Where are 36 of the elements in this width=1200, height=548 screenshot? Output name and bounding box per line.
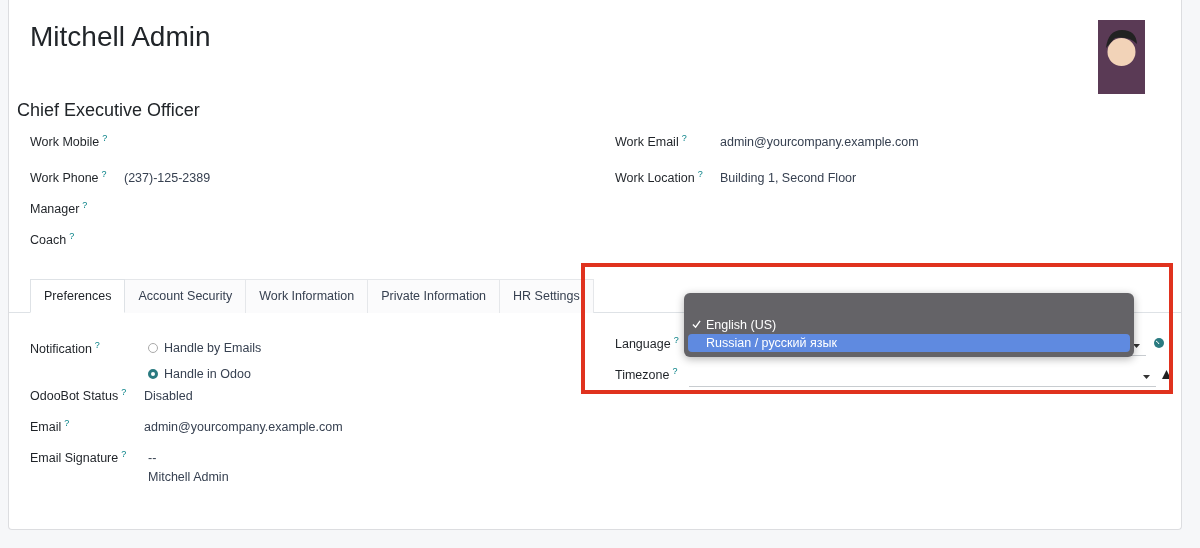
field-label: OdooBot Status $^{?}$ xyxy=(30,387,128,404)
caret-icon xyxy=(1143,375,1150,380)
caret-icon xyxy=(1133,344,1140,349)
field-label: Language $^{?}$ xyxy=(615,335,680,352)
field-label: Coach $^{?}$ xyxy=(30,231,76,248)
job-title: Chief Executive Officer xyxy=(16,99,201,121)
field-label: Manager $^{?}$ xyxy=(30,200,89,217)
field-label: Work Email $^{?}$ xyxy=(615,133,688,150)
check-icon xyxy=(692,320,701,329)
signature-line: -- xyxy=(148,450,158,468)
radio-label: Handle by Emails xyxy=(164,341,262,355)
radio-button[interactable] xyxy=(148,369,158,379)
tab[interactable]: Work Information xyxy=(246,279,369,313)
field-label: Email Signature $^{?}$ xyxy=(30,449,128,466)
employee-name: Mitchell Admin xyxy=(30,20,211,54)
field-label: Notification $^{?}$ xyxy=(30,339,101,356)
warning-icon xyxy=(1162,370,1171,380)
avatar-icon xyxy=(1098,20,1145,94)
radio-label: Handle in Odoo xyxy=(164,367,251,381)
field-label: Work Phone $^{?}$ xyxy=(30,169,108,186)
field-label: Work Mobile $^{?}$ xyxy=(30,133,109,150)
field-value: Disabled xyxy=(144,389,193,404)
signature-line: Mitchell Admin xyxy=(148,469,229,487)
field-label: Timezone $^{?}$ xyxy=(615,366,679,383)
field-label: Email $^{?}$ xyxy=(30,418,71,435)
tab[interactable]: Preferences xyxy=(30,279,126,313)
tab[interactable]: HR Settings xyxy=(500,279,594,313)
field-value: admin@yourcompany.example.com xyxy=(144,420,343,435)
field-label: Work Location $^{?}$ xyxy=(615,169,704,186)
menu-item[interactable]: English (US) xyxy=(688,316,1130,334)
field-value: (237)-125-2389 xyxy=(124,171,211,186)
field-value: admin@yourcompany.example.com xyxy=(720,135,919,150)
field-value: Building 1, Second Floor xyxy=(720,171,857,186)
globe-icon xyxy=(1154,338,1164,349)
tab[interactable]: Private Information xyxy=(368,279,501,313)
tab[interactable]: Account Security xyxy=(125,279,247,313)
